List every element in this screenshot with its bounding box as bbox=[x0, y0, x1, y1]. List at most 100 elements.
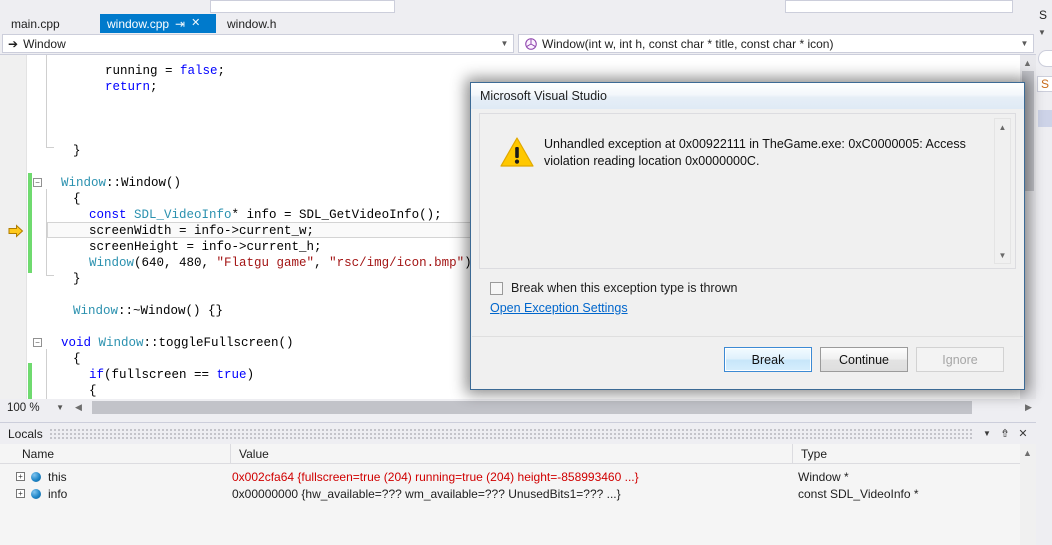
change-bar bbox=[28, 173, 32, 273]
zoom-level-value: 100 % bbox=[7, 401, 40, 414]
scope-value: Window bbox=[23, 36, 66, 51]
editor-status-row: 100 % ▼ ◀ ▶ bbox=[0, 399, 1036, 416]
code-token: } bbox=[73, 144, 81, 158]
break-on-exception-checkbox[interactable] bbox=[490, 281, 503, 295]
search-input[interactable] bbox=[1038, 50, 1052, 67]
code-token: * info = SDL_GetVideoInfo(); bbox=[231, 208, 442, 222]
code-token: Window bbox=[89, 256, 135, 270]
code-token: SDL_VideoInfo bbox=[134, 208, 232, 222]
document-tab-bar: main.cpp window.cpp ⇥ ✕ window.h ▼ bbox=[0, 14, 1052, 33]
code-token: if bbox=[89, 368, 105, 382]
checkbox-label: Break when this exception type is thrown bbox=[511, 281, 738, 295]
variable-name: this bbox=[48, 469, 67, 484]
code-token: ) bbox=[246, 368, 255, 382]
locals-vertical-scrollbar[interactable]: ▲ bbox=[1020, 444, 1036, 545]
scroll-left-icon[interactable]: ◀ bbox=[73, 402, 84, 413]
code-line: Window::~Window() {} bbox=[73, 303, 223, 319]
visual-studio-window: main.cpp window.cpp ⇥ ✕ window.h ▼ ➔ Win… bbox=[0, 0, 1052, 545]
locals-row-value[interactable]: 0x00000000 {hw_available=??? wm_availabl… bbox=[232, 485, 790, 502]
code-line: { bbox=[73, 351, 81, 367]
solution-explorer-row[interactable]: S bbox=[1037, 76, 1052, 92]
pin-icon[interactable]: ⇮ bbox=[996, 425, 1014, 443]
dialog-title: Microsoft Visual Studio bbox=[471, 83, 1024, 109]
code-token: (fullscreen == bbox=[104, 368, 217, 382]
code-line: const SDL_VideoInfo* info = SDL_GetVideo… bbox=[89, 207, 442, 223]
member-combo[interactable]: Window(int w, int h, const char * title,… bbox=[518, 34, 1034, 53]
scroll-down-icon[interactable]: ▼ bbox=[995, 248, 1010, 262]
code-token: ; bbox=[150, 80, 158, 94]
locals-row-value[interactable]: 0x002cfa64 {fullscreen=true (204) runnin… bbox=[232, 468, 790, 485]
open-exception-settings-link[interactable]: Open Exception Settings bbox=[490, 301, 628, 315]
close-icon[interactable]: ✕ bbox=[191, 18, 200, 29]
code-line: } bbox=[73, 271, 81, 287]
break-on-exception-checkbox-row[interactable]: Break when this exception type is thrown bbox=[490, 281, 738, 295]
column-header-value[interactable]: Value bbox=[230, 444, 792, 463]
locals-row-name[interactable]: + info bbox=[16, 485, 67, 502]
scroll-up-icon[interactable]: ▲ bbox=[1022, 57, 1033, 68]
toolbar-combo-2[interactable] bbox=[785, 0, 1013, 13]
scroll-up-icon[interactable]: ▲ bbox=[1022, 447, 1033, 458]
code-token: true bbox=[216, 368, 247, 382]
chevron-down-icon[interactable]: ▼ bbox=[978, 425, 996, 443]
code-line: { bbox=[73, 191, 81, 207]
table-row[interactable]: + info 0x00000000 {hw_available=??? wm_a… bbox=[0, 485, 1036, 502]
solution-node-label: S bbox=[1041, 77, 1050, 91]
toolbar-strip bbox=[0, 0, 1052, 14]
chevron-down-icon[interactable]: ▼ bbox=[1038, 28, 1046, 37]
code-token: false bbox=[180, 64, 218, 78]
solution-explorer-title: S bbox=[1039, 8, 1048, 22]
drag-handle[interactable] bbox=[48, 428, 972, 439]
variable-icon bbox=[31, 471, 41, 482]
tab-label: window.cpp bbox=[107, 16, 170, 31]
expander-icon[interactable]: + bbox=[16, 489, 25, 498]
chevron-down-icon[interactable]: ▼ bbox=[1018, 39, 1031, 48]
code-line: void Window::toggleFullscreen() bbox=[61, 335, 294, 351]
scroll-right-icon[interactable]: ▶ bbox=[1023, 402, 1034, 413]
scope-combo[interactable]: ➔ Window ▼ bbox=[2, 34, 514, 53]
locals-column-headers: Name Value Type bbox=[0, 444, 1036, 464]
code-token: return bbox=[105, 80, 151, 94]
member-value: Window(int w, int h, const char * title,… bbox=[542, 36, 834, 51]
code-token: Window() bbox=[121, 176, 182, 190]
locals-row-name[interactable]: + this bbox=[16, 468, 67, 485]
column-header-type[interactable]: Type bbox=[792, 444, 1020, 463]
variable-name: info bbox=[48, 486, 68, 501]
code-token: (640, 480, bbox=[134, 256, 217, 270]
tab-window-cpp[interactable]: window.cpp ⇥ ✕ bbox=[100, 14, 216, 33]
code-line: Window::Window() bbox=[61, 175, 181, 191]
right-arrow-icon: ➔ bbox=[8, 36, 19, 51]
close-icon[interactable]: ✕ bbox=[1014, 425, 1032, 443]
code-token: } bbox=[73, 272, 81, 286]
editor-horizontal-scrollbar[interactable]: ◀ ▶ bbox=[72, 400, 1036, 415]
variable-icon bbox=[31, 488, 41, 499]
code-line: if(fullscreen == true) bbox=[89, 367, 254, 383]
code-line: Window(640, 480, "Flatgu game", "rsc/img… bbox=[89, 255, 479, 271]
chevron-down-icon[interactable]: ▼ bbox=[498, 39, 511, 48]
tab-main-cpp[interactable]: main.cpp bbox=[4, 14, 88, 33]
dialog-message-box: Unhandled exception at 0x00922111 in The… bbox=[479, 113, 1016, 269]
chevron-down-icon[interactable]: ▼ bbox=[56, 403, 64, 412]
scroll-up-icon[interactable]: ▲ bbox=[995, 120, 1010, 134]
expander-icon[interactable]: + bbox=[16, 472, 25, 481]
zoom-level-combo[interactable]: 100 % ▼ bbox=[2, 399, 70, 416]
dialog-message-text: Unhandled exception at 0x00922111 in The… bbox=[544, 137, 966, 168]
solution-explorer-selected-row[interactable] bbox=[1038, 110, 1052, 127]
scrollbar-thumb[interactable] bbox=[92, 401, 972, 414]
locals-panel-title: Locals bbox=[8, 426, 43, 441]
continue-button[interactable]: Continue bbox=[820, 347, 908, 372]
pin-icon[interactable]: ⇥ bbox=[175, 18, 185, 30]
dialog-body: Unhandled exception at 0x00922111 in The… bbox=[471, 109, 1024, 389]
toolbar-combo-1[interactable] bbox=[210, 0, 395, 13]
break-button[interactable]: Break bbox=[724, 347, 812, 372]
code-token: const bbox=[89, 208, 135, 222]
column-header-name[interactable]: Name bbox=[14, 444, 230, 463]
tab-window-h[interactable]: window.h bbox=[220, 14, 300, 33]
locals-row-type: Window * bbox=[798, 469, 849, 484]
code-token: "Flatgu game" bbox=[216, 256, 315, 270]
locals-panel: Locals ▼ ⇮ ✕ Name Value Type + this 0x00… bbox=[0, 422, 1036, 545]
code-token: Window bbox=[73, 304, 119, 318]
table-row[interactable]: + this 0x002cfa64 {fullscreen=true (204)… bbox=[0, 468, 1036, 485]
dialog-message-scrollbar[interactable]: ▲ ▼ bbox=[994, 118, 1011, 264]
solution-explorer-sliver[interactable]: S ▼ S bbox=[1036, 0, 1052, 545]
locals-row-type: const SDL_VideoInfo * bbox=[798, 486, 919, 501]
